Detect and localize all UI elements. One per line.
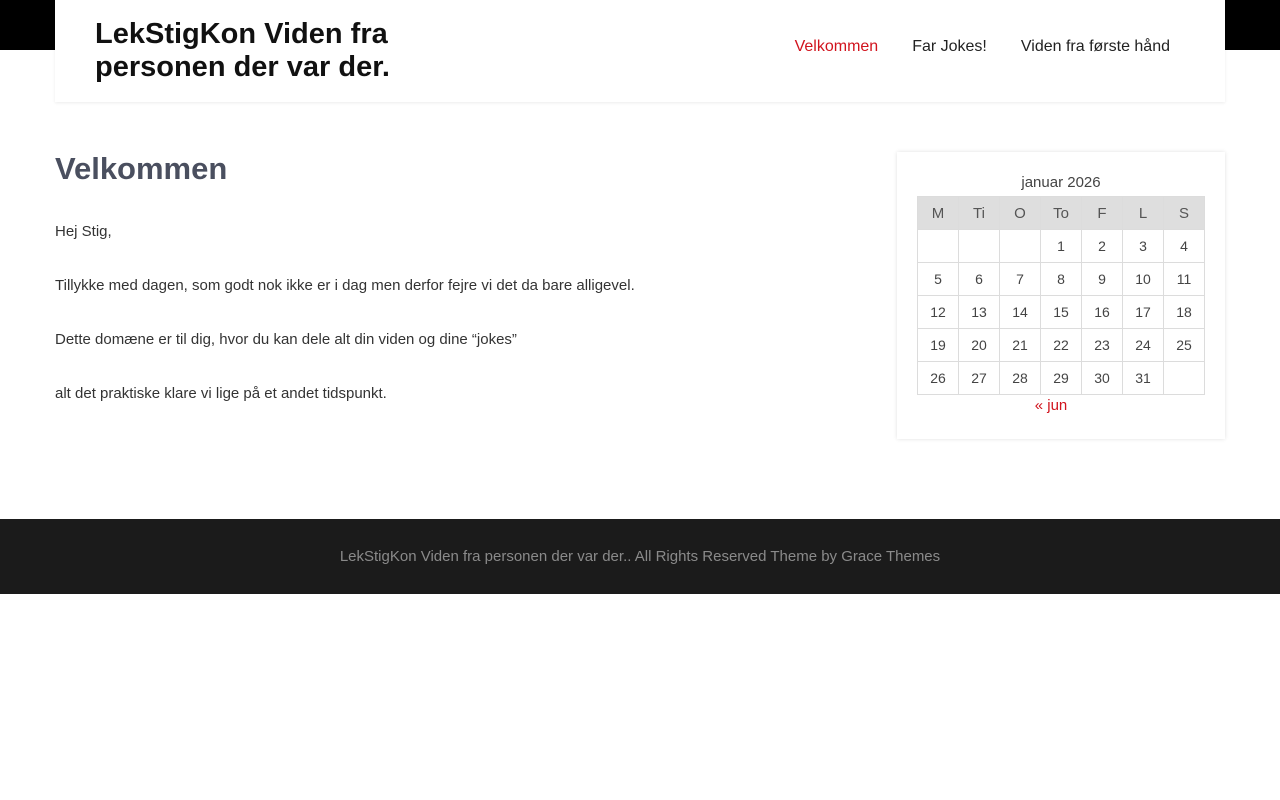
paragraph: alt det praktiske klare vi lige på et an… <box>55 385 387 402</box>
calendar-day: 22 <box>1040 328 1082 362</box>
paragraph: Hej Stig, <box>55 223 112 240</box>
nav-item-velkommen[interactable]: Velkommen <box>795 37 879 57</box>
calendar-day: 18 <box>1163 295 1205 329</box>
calendar-day: 25 <box>1163 328 1205 362</box>
calendar-day: 21 <box>999 328 1041 362</box>
calendar-day: 11 <box>1163 262 1205 296</box>
weekday-header: To <box>1040 196 1082 230</box>
calendar-weekday-row: M Ti O To F L S <box>917 196 1205 230</box>
calendar-day: 28 <box>999 361 1041 395</box>
calendar-day: 8 <box>1040 262 1082 296</box>
weekday-header: Ti <box>958 196 1000 230</box>
calendar-day: 19 <box>917 328 959 362</box>
calendar-day: 15 <box>1040 295 1082 329</box>
paragraph: Dette domæne er til dig, hvor du kan del… <box>55 331 517 348</box>
calendar-day: 4 <box>1163 229 1205 263</box>
weekday-header: S <box>1163 196 1205 230</box>
footer-credits[interactable]: LekStigKon Viden fra personen der var de… <box>340 548 940 565</box>
calendar-day: 23 <box>1081 328 1123 362</box>
calendar-day: 10 <box>1122 262 1164 296</box>
calendar-empty-cell <box>1163 361 1205 395</box>
calendar-day: 1 <box>1040 229 1082 263</box>
calendar-day: 24 <box>1122 328 1164 362</box>
main-content: Velkommen Hej Stig, Tillykke med dagen, … <box>55 150 855 438</box>
calendar-week-row: 12 13 14 15 16 17 18 <box>917 295 1205 329</box>
calendar-empty-cell <box>958 229 1000 263</box>
calendar-week-row: 5 6 7 8 9 10 11 <box>917 262 1205 296</box>
calendar-day: 2 <box>1081 229 1123 263</box>
calendar-week-row: 26 27 28 29 30 31 <box>917 361 1205 395</box>
calendar-day: 27 <box>958 361 1000 395</box>
calendar-day: 13 <box>958 295 1000 329</box>
calendar-day: 9 <box>1081 262 1123 296</box>
nav-item-far-jokes[interactable]: Far Jokes! <box>912 37 987 57</box>
site-title[interactable]: LekStigKon Viden fra personen der var de… <box>95 18 415 84</box>
calendar-day: 20 <box>958 328 1000 362</box>
calendar-day: 3 <box>1122 229 1164 263</box>
calendar-empty-cell <box>917 229 959 263</box>
weekday-header: L <box>1122 196 1164 230</box>
calendar-day: 17 <box>1122 295 1164 329</box>
calendar-day: 6 <box>958 262 1000 296</box>
calendar-day: 14 <box>999 295 1041 329</box>
calendar-week-row: 19 20 21 22 23 24 25 <box>917 328 1205 362</box>
weekday-header: O <box>999 196 1041 230</box>
calendar-day: 16 <box>1081 295 1123 329</box>
calendar-table: M Ti O To F L S 1 2 3 4 5 6 7 8 9 10 11 … <box>917 196 1205 395</box>
calendar-day: 30 <box>1081 361 1123 395</box>
calendar-caption: januar 2026 <box>1021 174 1101 191</box>
paragraph: Tillykke med dagen, som godt nok ikke er… <box>55 277 635 294</box>
weekday-header: F <box>1081 196 1123 230</box>
site-footer: LekStigKon Viden fra personen der var de… <box>0 519 1280 594</box>
weekday-header: M <box>917 196 959 230</box>
calendar-day: 5 <box>917 262 959 296</box>
calendar-day: 31 <box>1122 361 1164 395</box>
site-header: LekStigKon Viden fra personen der var de… <box>55 0 1225 102</box>
calendar-day: 26 <box>917 361 959 395</box>
calendar-prev-month-link[interactable]: « jun <box>1035 397 1068 414</box>
calendar-day: 29 <box>1040 361 1082 395</box>
calendar-widget: januar 2026 M Ti O To F L S 1 2 3 4 5 6 … <box>897 152 1225 439</box>
calendar-week-row: 1 2 3 4 <box>917 229 1205 263</box>
main-navigation: Velkommen Far Jokes! Viden fra første hå… <box>795 37 1170 57</box>
calendar-navigation: « jun <box>917 397 1185 414</box>
nav-item-viden-fra-forste-hand[interactable]: Viden fra første hånd <box>1021 37 1170 57</box>
calendar-day: 12 <box>917 295 959 329</box>
calendar-day: 7 <box>999 262 1041 296</box>
calendar-empty-cell <box>999 229 1041 263</box>
page-title: Velkommen <box>55 151 228 186</box>
